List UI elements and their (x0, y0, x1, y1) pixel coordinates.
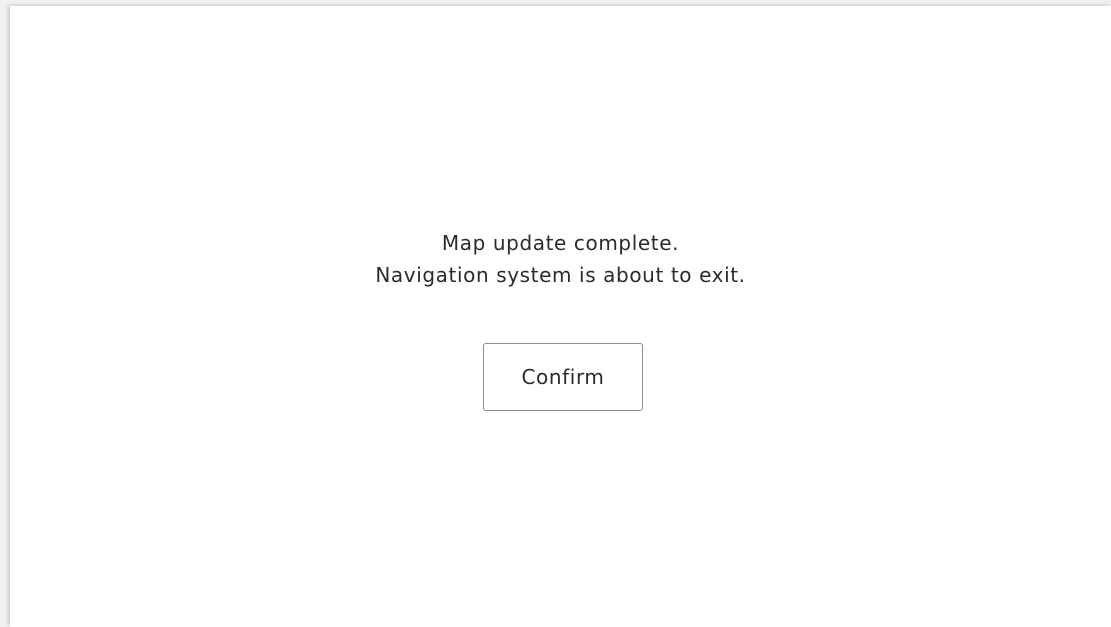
dialog-screen: Map update complete. Navigation system i… (10, 6, 1111, 627)
message-line-2: Navigation system is about to exit. (375, 263, 746, 287)
dialog-message: Map update complete. Navigation system i… (10, 227, 1111, 291)
message-line-1: Map update complete. (441, 231, 680, 255)
confirm-button[interactable]: Confirm (483, 343, 643, 411)
